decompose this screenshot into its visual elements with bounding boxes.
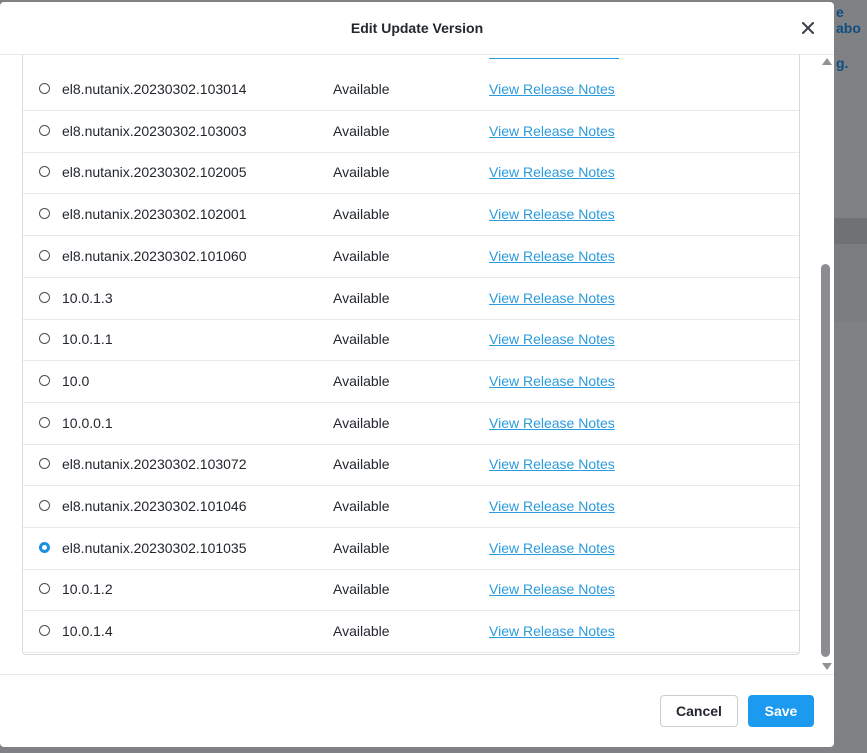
view-release-notes-link[interactable]: View Release Notes: [489, 331, 615, 347]
view-release-notes-link[interactable]: View Release Notes: [489, 248, 615, 264]
version-row[interactable]: el8.nutanix.20230302.101060 Available View…: [23, 236, 799, 278]
version-name: el8.nutanix.20230302.102001: [62, 206, 247, 223]
version-radio-button[interactable]: [39, 333, 50, 345]
version-name: el8.nutanix.20230302.103003: [62, 122, 247, 139]
version-row[interactable]: el8.nutanix.20230302.102005 Available View…: [23, 152, 799, 195]
version-name: 10.0.1.1: [62, 331, 113, 348]
version-row[interactable]: 10.0.1.4 Available View Release Notes: [23, 611, 799, 654]
version-status: Available: [333, 414, 390, 431]
view-release-notes-link[interactable]: View Release Notes: [489, 498, 615, 514]
version-radio-button[interactable]: [39, 416, 50, 428]
version-name: el8.nutanix.20230302.102005: [62, 164, 247, 181]
version-radio-button[interactable]: [39, 124, 50, 136]
dialog-header: Edit Update Version: [0, 2, 834, 55]
version-status: Available: [333, 498, 390, 514]
view-release-notes-link[interactable]: View Release Notes: [489, 81, 615, 97]
version-row[interactable]: 10.0.1.1 Available View Release Notes: [23, 319, 799, 362]
view-release-notes-link[interactable]: View Release Notes: [489, 456, 615, 472]
version-row[interactable]: el8.nutanix.20230302.102001 Available View…: [23, 194, 799, 237]
version-radio-button[interactable]: [39, 625, 50, 637]
background-band: [834, 244, 867, 322]
version-radio-button[interactable]: [39, 166, 50, 178]
view-release-notes-link[interactable]: View Release Notes: [489, 373, 615, 389]
version-name: el8.nutanix.20230302.103072: [62, 456, 247, 473]
version-name: 10.0.0.1: [62, 414, 113, 431]
version-name: el8.nutanix.20230302.101046: [62, 498, 247, 514]
edit-update-version-dialog: Edit Update Version el8.nutanix.20230302…: [0, 2, 834, 747]
close-button[interactable]: [796, 16, 820, 40]
view-release-notes-link[interactable]: View Release Notes: [489, 540, 615, 556]
view-release-notes-link[interactable]: View Release Notes: [489, 290, 615, 306]
version-row[interactable]: el8.nutanix.20230302.103003 Available View…: [23, 111, 799, 153]
version-radio-button[interactable]: [39, 83, 50, 94]
version-status: Available: [333, 247, 390, 264]
version-row[interactable]: el8.nutanix.20230302.103014 Available View…: [23, 69, 799, 111]
view-release-notes-link[interactable]: View Release Notes: [489, 623, 615, 639]
version-row[interactable]: el8.nutanix.20230302.101046 Available View…: [23, 486, 799, 528]
version-row[interactable]: 10.0.1.2 Available View Release Notes: [23, 569, 799, 612]
version-name: 10.0.1.3: [62, 289, 113, 306]
version-status: Available: [333, 81, 390, 97]
version-status: Available: [333, 623, 390, 640]
version-status: Available: [333, 289, 390, 306]
version-status: Available: [333, 122, 390, 139]
version-name: 10.0: [62, 372, 90, 389]
close-icon: [802, 22, 814, 34]
version-name: el8.nutanix.20230302.101035: [62, 539, 247, 556]
version-row[interactable]: 10.0 Available View Release Notes: [23, 361, 799, 403]
version-name: 10.0.1.4: [62, 623, 113, 640]
version-status: Available: [333, 164, 390, 181]
view-release-notes-link[interactable]: View Release Notes: [489, 206, 615, 222]
version-status: Available: [333, 456, 390, 473]
background-band: [834, 218, 867, 244]
version-status: Available: [333, 331, 390, 348]
partial-release-notes-link[interactable]: [489, 54, 619, 59]
version-radio-button[interactable]: [39, 541, 50, 553]
background-text: g.: [836, 55, 849, 71]
version-row[interactable]: 10.0.0.1 Available View Release Notes: [23, 403, 799, 445]
version-radio-button[interactable]: [39, 458, 50, 470]
version-radio-button[interactable]: [39, 249, 50, 261]
version-row[interactable]: el8.nutanix.20230302.103072 Available View…: [23, 444, 799, 487]
background-text: e abo: [836, 4, 861, 36]
scroll-down-arrow-icon[interactable]: [822, 663, 832, 670]
view-release-notes-link[interactable]: View Release Notes: [489, 123, 615, 139]
scrollbar-thumb[interactable]: [821, 264, 830, 657]
dialog-title: Edit Update Version: [350, 20, 484, 36]
view-release-notes-link[interactable]: View Release Notes: [489, 164, 615, 180]
cancel-button[interactable]: Cancel: [660, 695, 738, 727]
version-row[interactable]: 10.0.1.3 Available View Release Notes: [23, 278, 799, 320]
version-radio-button[interactable]: [39, 500, 50, 511]
version-list[interactable]: el8.nutanix.20230302.103014 Available View…: [22, 54, 800, 655]
version-status: Available: [333, 372, 390, 389]
version-name: el8.nutanix.20230302.101060: [62, 247, 247, 264]
version-row[interactable]: el8.nutanix.20230302.101035 Available View…: [23, 528, 799, 570]
version-radio-button[interactable]: [39, 291, 50, 303]
version-status: Available: [333, 206, 390, 223]
view-release-notes-link[interactable]: View Release Notes: [489, 415, 615, 431]
view-release-notes-link[interactable]: View Release Notes: [489, 581, 615, 597]
version-radio-button[interactable]: [39, 583, 50, 595]
version-status: Available: [333, 581, 390, 598]
version-radio-button[interactable]: [39, 208, 50, 220]
version-radio-button[interactable]: [39, 374, 50, 386]
version-name: el8.nutanix.20230302.103014: [62, 81, 247, 97]
footer-divider: [0, 674, 834, 675]
save-button[interactable]: Save: [748, 695, 814, 727]
scroll-up-arrow-icon[interactable]: [822, 58, 832, 65]
version-name: 10.0.1.2: [62, 581, 113, 598]
version-status: Available: [333, 539, 390, 556]
